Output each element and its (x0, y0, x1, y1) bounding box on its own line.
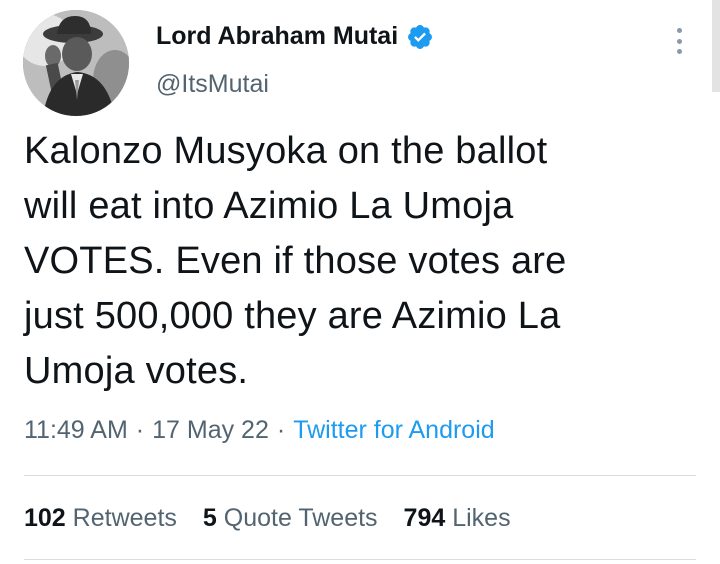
author-name-row: Lord Abraham Mutai (156, 22, 434, 51)
quote-tweets-count: 5 (202, 504, 217, 532)
more-dot (676, 28, 682, 33)
tweet-stats: 102 Retweets 5 Quote Tweets 794 Likes (24, 504, 511, 533)
retweets-stat[interactable]: 102 Retweets (24, 504, 177, 533)
retweets-count: 102 (24, 504, 66, 532)
tweet-source-link[interactable]: Twitter for Android (293, 416, 494, 445)
likes-label: Likes (452, 504, 511, 532)
avatar[interactable] (23, 10, 129, 116)
meta-separator: · (276, 416, 286, 444)
tweet-card: Lord Abraham Mutai @ItsMutai Kalonzo Mus… (0, 0, 720, 564)
tweet-date[interactable]: 17 May 22 (152, 416, 269, 445)
retweets-label: Retweets (72, 504, 177, 532)
divider (24, 475, 696, 476)
scrollbar[interactable] (712, 0, 720, 92)
author-display-name[interactable]: Lord Abraham Mutai (156, 22, 398, 51)
tweet-time[interactable]: 11:49 AM (24, 416, 128, 445)
quote-tweets-label: Quote Tweets (223, 504, 378, 532)
likes-count: 794 (403, 504, 446, 532)
more-dot (676, 38, 682, 44)
author-handle[interactable]: @ItsMutai (156, 70, 269, 99)
avatar-photo (23, 10, 129, 116)
more-dot (676, 49, 682, 54)
tweet-text: Kalonzo Musyoka on the ballot will eat i… (24, 130, 567, 392)
quote-tweets-stat[interactable]: 5 Quote Tweets (203, 504, 378, 533)
tweet-metadata: 11:49 AM · 17 May 22 · Twitter for Andro… (24, 416, 495, 445)
likes-stat[interactable]: 794 Likes (404, 504, 511, 533)
more-vertical-icon[interactable] (671, 24, 687, 58)
divider (24, 559, 696, 560)
verified-badge-icon (408, 24, 433, 49)
meta-separator: · (135, 416, 145, 444)
